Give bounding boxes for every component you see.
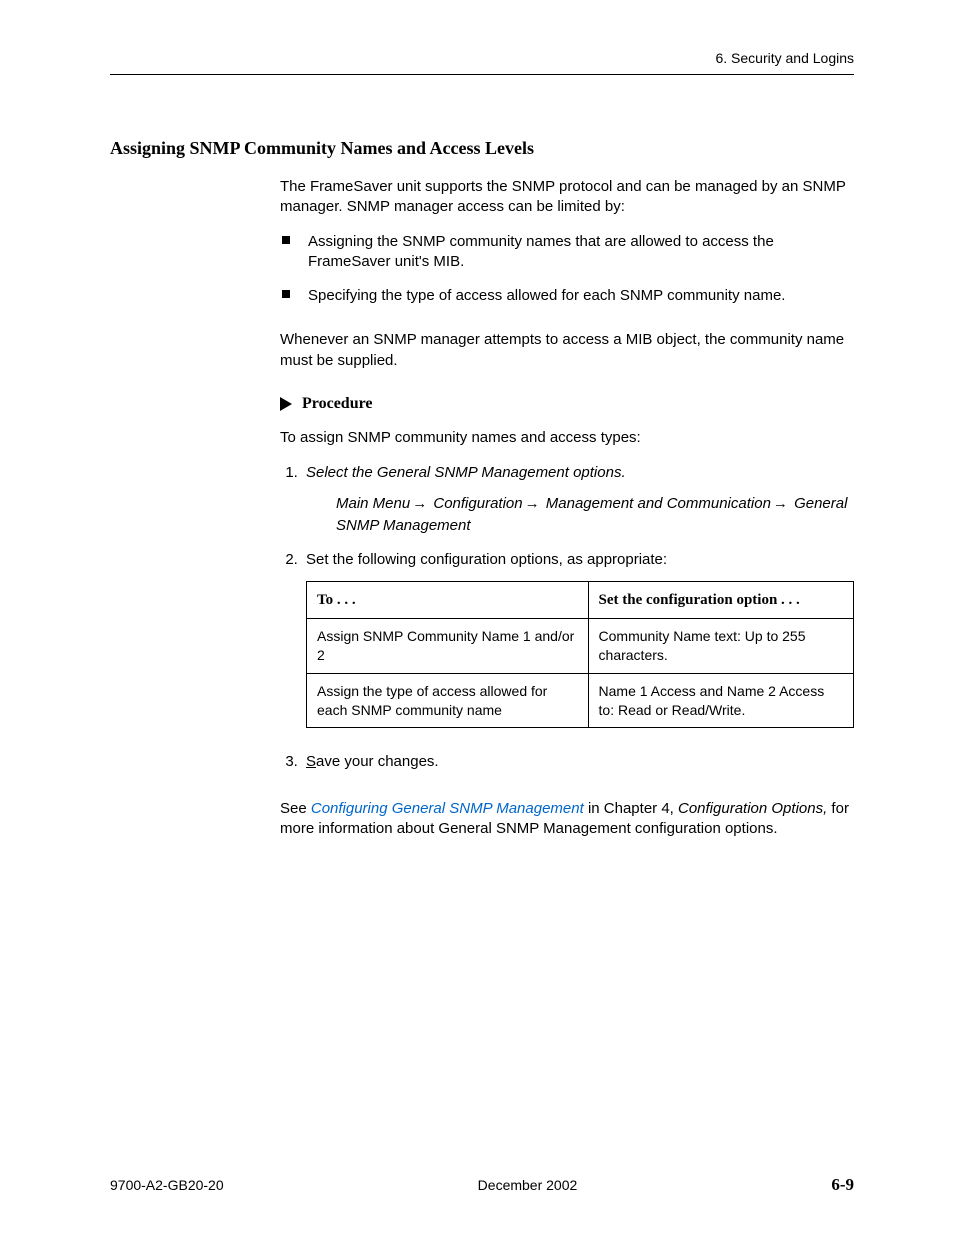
chapter-label: 6. Security and Logins	[715, 50, 854, 66]
arrow-icon: →	[410, 495, 429, 512]
arrow-icon: →	[771, 495, 790, 512]
config-table: To . . . Set the configuration option . …	[306, 581, 854, 729]
table-row: Assign the type of access allowed for ea…	[307, 673, 854, 728]
menu-seg: Configuration	[433, 495, 522, 512]
table-cell: Name 1 Access and Name 2 Access to: Read…	[588, 673, 853, 728]
step-1-text: Select the General SNMP Management optio…	[306, 464, 626, 481]
step-1: Select the General SNMP Management optio…	[302, 463, 854, 537]
ref-chapter-title: Configuration Options,	[678, 800, 827, 817]
table-header-left: To . . .	[307, 581, 589, 618]
header-rule	[110, 74, 854, 75]
page-header: 6. Security and Logins	[110, 50, 854, 78]
intro-paragraph: The FrameSaver unit supports the SNMP pr…	[280, 177, 854, 218]
note-paragraph: Whenever an SNMP manager attempts to acc…	[280, 330, 854, 371]
menu-seg: Main Menu	[336, 495, 410, 512]
page-number: 6-9	[831, 1175, 854, 1195]
list-item: Assigning the SNMP community names that …	[280, 232, 854, 273]
table-cell: Assign the type of access allowed for ea…	[307, 673, 589, 728]
triangle-icon	[280, 397, 292, 411]
see-link[interactable]: Configuring General SNMP Management	[311, 800, 584, 817]
list-item: Specifying the type of access allowed fo…	[280, 286, 854, 306]
step-3-rest: ave your changes.	[316, 753, 439, 770]
footer-date: December 2002	[478, 1177, 578, 1193]
table-header-right: Set the configuration option . . .	[588, 581, 853, 618]
ref-pre: See	[280, 800, 311, 817]
step-2: Set the following configuration options,…	[302, 550, 854, 728]
procedure-intro: To assign SNMP community names and acces…	[280, 428, 854, 448]
step-3-underline: S	[306, 753, 316, 770]
doc-number: 9700-A2-GB20-20	[110, 1177, 224, 1193]
procedure-label: Procedure	[302, 393, 373, 415]
menu-seg: Management and Communication	[546, 495, 771, 512]
table-cell: Assign SNMP Community Name 1 and/or 2	[307, 618, 589, 673]
table-row: Assign SNMP Community Name 1 and/or 2 Co…	[307, 618, 854, 673]
step-2-text: Set the following configuration options,…	[306, 551, 667, 568]
ref-mid: in Chapter 4,	[584, 800, 678, 817]
steps-list: Select the General SNMP Management optio…	[280, 463, 854, 773]
body-block: The FrameSaver unit supports the SNMP pr…	[280, 177, 854, 839]
table-header-row: To . . . Set the configuration option . …	[307, 581, 854, 618]
arrow-icon: →	[523, 495, 542, 512]
procedure-heading: Procedure	[280, 393, 854, 415]
table-cell: Community Name text: Up to 255 character…	[588, 618, 853, 673]
section-title: Assigning SNMP Community Names and Acces…	[110, 138, 854, 159]
menu-path: Main Menu→ Configuration→ Management and…	[336, 493, 854, 537]
step-3: Save your changes.	[302, 752, 854, 772]
bullet-list: Assigning the SNMP community names that …	[280, 232, 854, 307]
page-footer: 9700-A2-GB20-20 December 2002 6-9	[110, 1175, 854, 1195]
page: 6. Security and Logins Assigning SNMP Co…	[0, 0, 954, 1235]
see-reference: See Configuring General SNMP Management …	[280, 799, 854, 840]
